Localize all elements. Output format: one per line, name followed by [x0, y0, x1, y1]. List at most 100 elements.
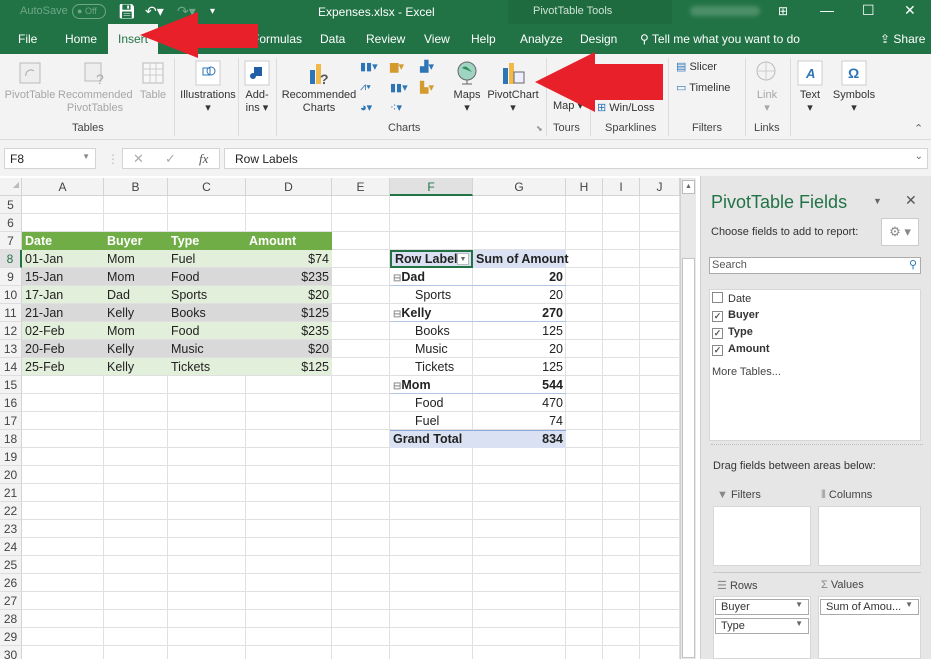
maps-button[interactable]: Maps ▾ [450, 60, 484, 115]
table-header-cell[interactable]: Date [22, 232, 55, 250]
row-header[interactable]: 27 [0, 592, 22, 610]
row-header[interactable]: 25 [0, 556, 22, 574]
row-header[interactable]: 11 [0, 304, 22, 322]
waterfall-chart-icon[interactable]: ▟▾ [420, 60, 434, 73]
name-box[interactable]: F8 ▼ [4, 148, 96, 169]
table-cell[interactable]: $235 [246, 268, 332, 286]
table-cell[interactable]: Tickets [168, 358, 213, 376]
values-area[interactable]: Sum of Amou... ▼ [818, 596, 921, 659]
row-header[interactable]: 29 [0, 628, 22, 646]
column-chart-icon[interactable]: ▮▮▾ [360, 60, 378, 73]
checkbox-icon[interactable] [712, 292, 723, 303]
link-button[interactable]: Link ▾ [750, 60, 784, 115]
hierarchy-chart-icon[interactable]: ▆▾ [390, 60, 404, 73]
checked-checkbox-icon[interactable]: ✓ [712, 311, 723, 322]
rows-field-chip[interactable]: Type ▼ [715, 618, 809, 634]
row-header[interactable]: 16 [0, 394, 22, 412]
table-cell[interactable]: Books [168, 304, 209, 322]
scatter-chart-icon[interactable]: ⁖▾ [390, 101, 402, 114]
table-cell[interactable]: $20 [246, 340, 332, 358]
pivot-group-label[interactable]: ⊟Dad [390, 268, 428, 286]
table-cell[interactable]: Food [168, 322, 203, 340]
field-item[interactable]: ✓ Amount [712, 343, 770, 356]
statistic-chart-icon[interactable]: ▮▮▾ [390, 81, 408, 94]
minimize-icon[interactable]: — [820, 2, 834, 18]
column-header[interactable]: F [390, 178, 473, 196]
insert-function-icon[interactable]: fx [199, 151, 208, 167]
pivot-value[interactable]: 20 [473, 268, 566, 286]
tab-view[interactable]: View [424, 32, 450, 46]
pivot-value[interactable]: 125 [473, 358, 566, 376]
pivot-group-label[interactable]: ⊟Kelly [390, 304, 434, 322]
table-header-cell[interactable]: Buyer [104, 232, 145, 250]
rows-area[interactable]: Buyer ▼ Type ▼ [713, 596, 811, 659]
dialog-launcher-icon[interactable]: ⬊ [536, 124, 543, 133]
3d-map-button[interactable]: Map ▾ [548, 100, 588, 113]
table-cell[interactable]: Food [168, 268, 203, 286]
save-icon[interactable]: 💾︎ [118, 3, 136, 20]
field-item[interactable]: Date [712, 292, 751, 305]
row-header[interactable]: 17 [0, 412, 22, 430]
table-cell[interactable]: $125 [246, 358, 332, 376]
table-cell[interactable]: 25-Feb [22, 358, 68, 376]
autosave-toggle[interactable]: ● Off [72, 4, 106, 19]
chevron-down-icon[interactable]: ▼ [905, 600, 913, 609]
table-header-cell[interactable]: Type [168, 232, 202, 250]
pivotchart-button[interactable]: PivotChart ▾ [486, 60, 540, 115]
pivot-value[interactable]: 544 [473, 376, 566, 394]
scrollbar-thumb[interactable] [682, 258, 695, 658]
tab-data[interactable]: Data [320, 32, 345, 46]
table-cell[interactable]: Dad [104, 286, 133, 304]
row-header[interactable]: 18 [0, 430, 22, 448]
row-header[interactable]: 23 [0, 520, 22, 538]
expand-formula-bar-icon[interactable]: ⌄ [915, 151, 923, 162]
row-header[interactable]: 20 [0, 466, 22, 484]
row-header[interactable]: 24 [0, 538, 22, 556]
row-header[interactable]: 10 [0, 286, 22, 304]
tab-review[interactable]: Review [366, 32, 405, 46]
table-cell[interactable]: Fuel [168, 250, 198, 268]
table-header-cell[interactable]: Amount [246, 232, 299, 250]
values-field-chip[interactable]: Sum of Amou... ▼ [820, 599, 919, 615]
filter-dropdown-icon[interactable]: ▼ [457, 253, 469, 265]
close-icon[interactable]: ✕ [904, 2, 916, 19]
filters-area[interactable] [713, 506, 811, 566]
table-cell[interactable]: Mom [104, 268, 138, 286]
pivot-item-label[interactable]: Books [412, 322, 453, 340]
close-pane-icon[interactable]: ✕ [905, 192, 917, 209]
row-header[interactable]: 13 [0, 340, 22, 358]
row-header[interactable]: 7 [0, 232, 22, 250]
column-header[interactable]: H [566, 178, 603, 196]
ribbon-display-options-icon[interactable]: ⊞ [778, 4, 788, 18]
tab-design[interactable]: Design [580, 32, 617, 46]
checked-checkbox-icon[interactable]: ✓ [712, 345, 723, 356]
cancel-icon[interactable]: ✕ [133, 151, 144, 167]
gear-icon[interactable]: ⚙ ▾ [881, 218, 919, 246]
combo-chart-icon[interactable]: ▙▾ [420, 81, 434, 94]
chevron-down-icon[interactable]: ▼ [795, 619, 803, 628]
symbols-button[interactable]: Ω Symbols ▾ [830, 60, 878, 115]
column-header[interactable]: D [246, 178, 332, 196]
row-header[interactable]: 15 [0, 376, 22, 394]
column-header[interactable]: I [603, 178, 640, 196]
table-cell[interactable]: 17-Jan [22, 286, 66, 304]
table-cell[interactable]: 02-Feb [22, 322, 68, 340]
line-chart-icon[interactable]: ⩘▾ [360, 81, 371, 94]
field-item[interactable]: ✓ Type [712, 326, 753, 339]
slicer-button[interactable]: ▤ Slicer [676, 60, 717, 73]
maximize-icon[interactable]: ☐ [862, 2, 875, 19]
pivot-item-label[interactable]: Music [412, 340, 451, 358]
customize-qat-icon[interactable]: ▾ [210, 6, 215, 17]
redo-icon[interactable]: ↷▾ [177, 3, 196, 20]
row-header[interactable]: 8 [0, 250, 22, 268]
tell-me-search[interactable]: ⚲ Tell me what you want to do [640, 32, 800, 46]
table-cell[interactable]: Kelly [104, 358, 137, 376]
collapse-ribbon-icon[interactable]: ⌃ [914, 122, 923, 135]
recommended-pivottables-button[interactable]: ? Recommended PivotTables [58, 60, 133, 115]
table-cell[interactable]: 15-Jan [22, 268, 66, 286]
column-header[interactable]: B [104, 178, 168, 196]
row-header[interactable]: 21 [0, 484, 22, 502]
chevron-down-icon[interactable]: ▼ [82, 152, 90, 161]
timeline-button[interactable]: ▭ Timeline [676, 81, 730, 94]
chevron-down-icon[interactable]: ▼ [795, 600, 803, 609]
